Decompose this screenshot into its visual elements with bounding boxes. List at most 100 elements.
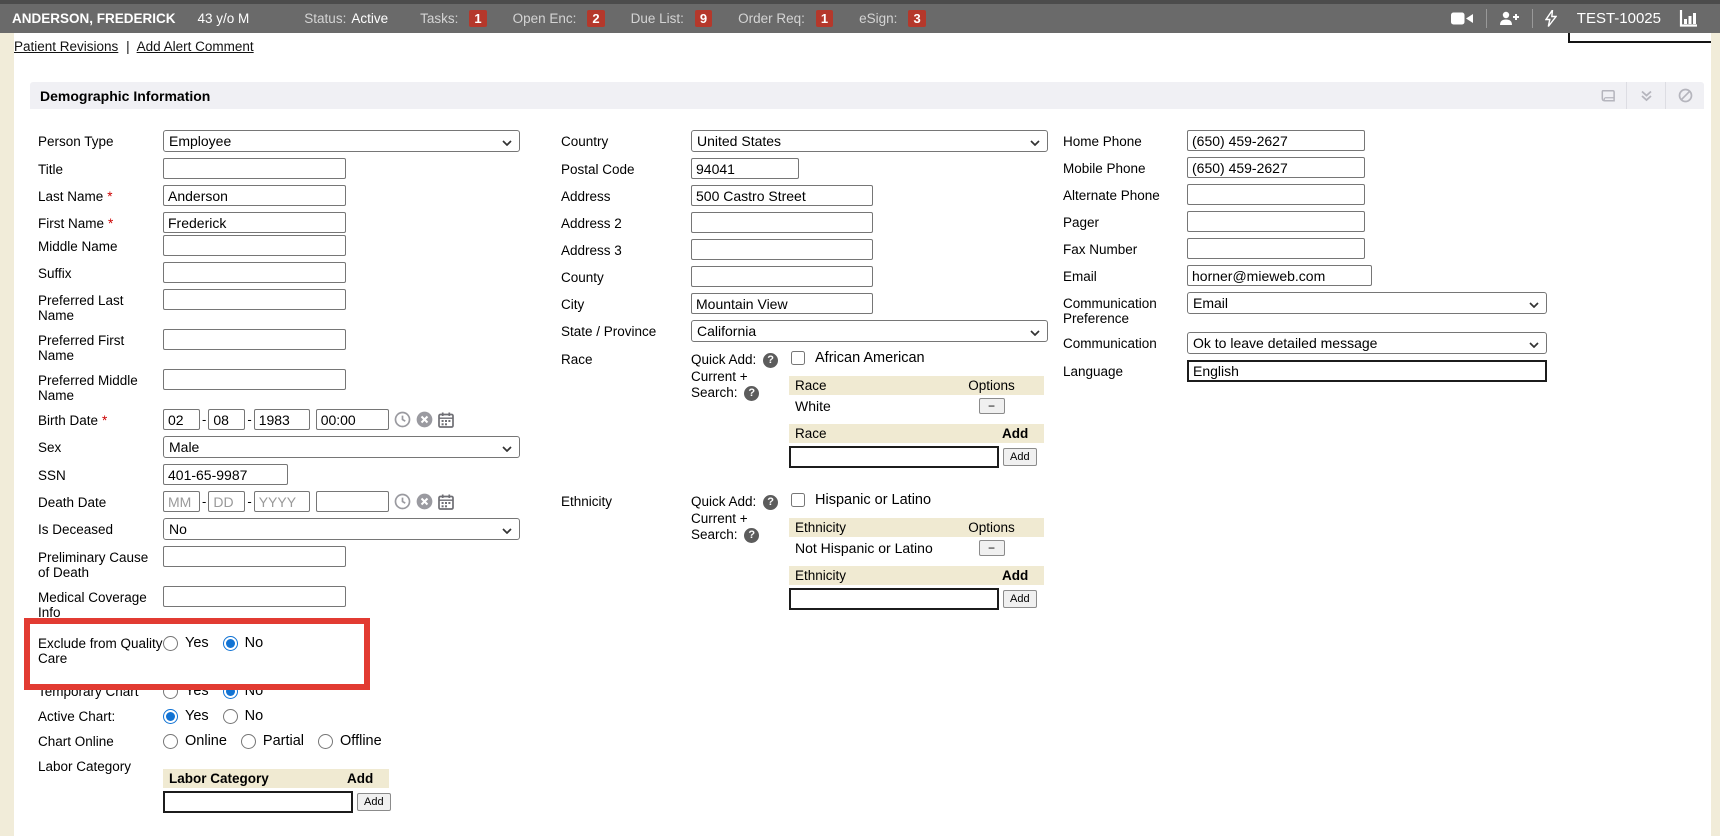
race-add-input[interactable]	[789, 446, 999, 468]
chart-online-partial-option[interactable]: Partial	[241, 733, 304, 749]
patient-revisions-link[interactable]: Patient Revisions	[14, 39, 118, 54]
ethnicity-quick-add-option[interactable]: Hispanic or Latino	[789, 492, 1066, 508]
help-icon[interactable]: ?	[744, 528, 759, 543]
preliminary-cause-input[interactable]	[163, 546, 346, 567]
open-enc-count-badge[interactable]: 2	[587, 10, 604, 27]
city-input[interactable]	[691, 293, 873, 314]
active-chart-no-radio[interactable]	[223, 709, 238, 724]
death-time-input[interactable]	[316, 491, 389, 512]
suffix-input[interactable]	[163, 262, 346, 283]
video-camera-icon[interactable]	[1441, 12, 1484, 25]
temporary-chart-no-option[interactable]: No	[223, 683, 264, 699]
mobile-phone-input[interactable]	[1187, 157, 1365, 178]
birth-month-input[interactable]	[163, 409, 200, 430]
address-input[interactable]	[691, 185, 873, 206]
pager-input[interactable]	[1187, 211, 1365, 232]
exclude-quality-no-radio[interactable]	[223, 636, 238, 651]
birth-day-input[interactable]	[208, 409, 245, 430]
chart-online-offline-option[interactable]: Offline	[318, 733, 382, 749]
death-year-input[interactable]	[254, 491, 310, 512]
temporary-chart-yes-option[interactable]: Yes	[163, 683, 209, 699]
title-input[interactable]	[163, 158, 346, 179]
home-phone-input[interactable]	[1187, 130, 1365, 151]
language-input[interactable]	[1187, 360, 1547, 382]
esign-counter[interactable]: eSign: 3	[859, 10, 926, 27]
fax-number-input[interactable]	[1187, 238, 1365, 259]
book-icon[interactable]	[1588, 82, 1626, 109]
last-name-input[interactable]	[163, 185, 346, 206]
birth-time-input[interactable]	[316, 409, 389, 430]
collapse-icon[interactable]	[1626, 82, 1665, 109]
ethnicity-remove-button[interactable]: −	[979, 540, 1005, 556]
postal-code-input[interactable]	[691, 158, 799, 179]
state-province-select[interactable]: California	[691, 320, 1048, 342]
help-icon[interactable]: ?	[763, 353, 778, 368]
african-american-checkbox[interactable]	[791, 351, 805, 365]
birth-year-input[interactable]	[254, 409, 310, 430]
chart-online-online-option[interactable]: Online	[163, 733, 227, 749]
middle-name-input[interactable]	[163, 235, 346, 256]
preferred-last-name-input[interactable]	[163, 289, 346, 310]
exclude-quality-yes-option[interactable]: Yes	[163, 635, 209, 651]
active-chart-yes-radio[interactable]	[163, 709, 178, 724]
clear-icon[interactable]	[416, 493, 433, 510]
lightning-icon[interactable]	[1535, 10, 1567, 27]
tasks-count-badge[interactable]: 1	[469, 10, 486, 27]
race-quick-add-option[interactable]: African American	[789, 350, 1066, 366]
order-req-counter[interactable]: Order Req: 1	[738, 10, 833, 27]
bar-chart-icon[interactable]	[1669, 10, 1708, 27]
clock-icon[interactable]	[394, 493, 411, 510]
active-chart-yes-option[interactable]: Yes	[163, 708, 209, 724]
temporary-chart-no-radio[interactable]	[223, 684, 238, 699]
chart-online-offline-radio[interactable]	[318, 734, 333, 749]
race-add-button[interactable]: Add	[1003, 448, 1037, 466]
due-list-counter[interactable]: Due List: 9	[631, 10, 713, 27]
help-icon[interactable]: ?	[763, 495, 778, 510]
death-month-input[interactable]	[163, 491, 200, 512]
preferred-first-name-input[interactable]	[163, 329, 346, 350]
email-input[interactable]	[1187, 265, 1372, 286]
active-chart-no-option[interactable]: No	[223, 708, 264, 724]
clock-icon[interactable]	[394, 411, 411, 428]
due-list-count-badge[interactable]: 9	[695, 10, 712, 27]
ethnicity-add-input[interactable]	[789, 588, 999, 610]
add-person-icon[interactable]	[1489, 11, 1530, 26]
clear-icon[interactable]	[416, 411, 433, 428]
first-name-input[interactable]	[163, 212, 346, 233]
chart-online-online-radio[interactable]	[163, 734, 178, 749]
sex-select[interactable]: Male	[163, 436, 520, 458]
communication-select[interactable]: Ok to leave detailed message	[1187, 332, 1547, 354]
chart-online-partial-radio[interactable]	[241, 734, 256, 749]
ssn-input[interactable]	[163, 464, 288, 485]
system-id[interactable]: TEST-10025	[1577, 10, 1661, 27]
disable-icon[interactable]	[1665, 82, 1704, 109]
medical-coverage-input[interactable]	[163, 586, 346, 607]
open-enc-counter[interactable]: Open Enc: 2	[513, 10, 605, 27]
country-select[interactable]: United States	[691, 130, 1048, 152]
county-input[interactable]	[691, 266, 873, 287]
labor-category-add-button[interactable]: Add	[357, 793, 391, 811]
calendar-icon[interactable]	[438, 412, 454, 428]
fax-number-label: Fax Number	[1063, 238, 1187, 257]
exclude-quality-no-option[interactable]: No	[223, 635, 264, 651]
labor-category-input[interactable]	[163, 791, 353, 813]
is-deceased-select[interactable]: No	[163, 518, 520, 540]
communication-preference-select[interactable]: Email	[1187, 292, 1547, 314]
address2-input[interactable]	[691, 212, 873, 233]
death-day-input[interactable]	[208, 491, 245, 512]
exclude-quality-yes-radio[interactable]	[163, 636, 178, 651]
add-alert-comment-link[interactable]: Add Alert Comment	[137, 39, 254, 54]
hispanic-or-latino-checkbox[interactable]	[791, 493, 805, 507]
preferred-middle-name-input[interactable]	[163, 369, 346, 390]
esign-count-badge[interactable]: 3	[908, 10, 925, 27]
calendar-icon[interactable]	[438, 494, 454, 510]
temporary-chart-yes-radio[interactable]	[163, 684, 178, 699]
person-type-select[interactable]: Employee	[163, 130, 520, 152]
tasks-counter[interactable]: Tasks: 1	[420, 10, 487, 27]
ethnicity-add-button[interactable]: Add	[1003, 590, 1037, 608]
alternate-phone-input[interactable]	[1187, 184, 1365, 205]
order-req-count-badge[interactable]: 1	[816, 10, 833, 27]
help-icon[interactable]: ?	[744, 386, 759, 401]
race-remove-button[interactable]: −	[979, 398, 1005, 414]
address3-input[interactable]	[691, 239, 873, 260]
